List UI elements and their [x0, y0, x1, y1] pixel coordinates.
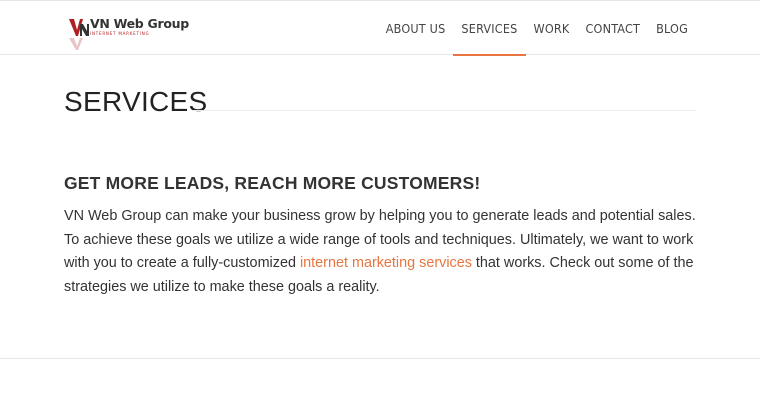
- site-header: VN Web Group INTERNET MARKETING ABOUT US…: [0, 1, 760, 56]
- main-nav: ABOUT US SERVICES WORK CONTACT BLOG: [378, 1, 696, 56]
- nav-item-blog[interactable]: BLOG: [648, 1, 696, 55]
- logo-reflection-icon: [69, 38, 83, 50]
- section-divider: [0, 358, 760, 359]
- brand-tagline: INTERNET MARKETING: [90, 31, 150, 36]
- nav-item-services[interactable]: SERVICES: [453, 1, 526, 56]
- title-divider: [192, 110, 696, 111]
- brand-name: VN Web Group: [90, 16, 189, 31]
- nav-item-contact[interactable]: CONTACT: [577, 1, 648, 55]
- page-title: SERVICES: [64, 86, 208, 117]
- intro-paragraph: VN Web Group can make your business grow…: [64, 205, 704, 299]
- nav-item-work[interactable]: WORK: [526, 1, 578, 55]
- section-subheading: GET MORE LEADS, REACH MORE CUSTOMERS!: [64, 173, 481, 193]
- site-logo[interactable]: VN Web Group INTERNET MARKETING: [68, 14, 189, 50]
- vn-logo-icon: [69, 19, 89, 36]
- nav-item-about-us[interactable]: ABOUT US: [378, 1, 454, 55]
- internet-marketing-services-link[interactable]: internet marketing services: [300, 255, 472, 271]
